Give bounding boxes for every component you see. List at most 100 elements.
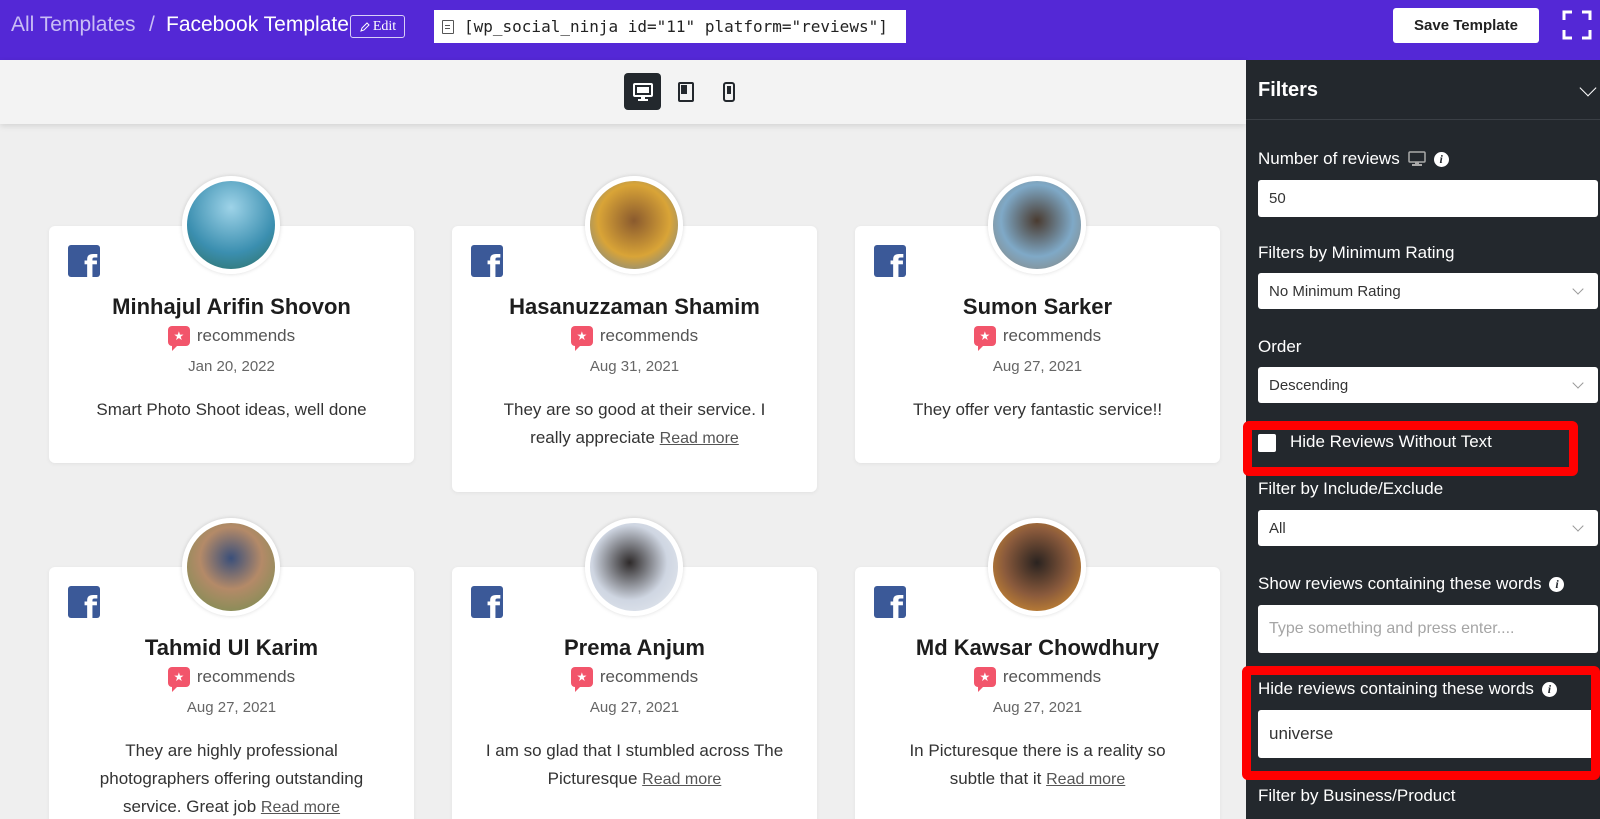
review-date: Jan 20, 2022 xyxy=(188,358,275,375)
desktop-icon xyxy=(1407,151,1426,166)
show-words-input[interactable]: Type something and press enter.... xyxy=(1258,605,1598,653)
reviewer-name: Md Kawsar Chowdhury xyxy=(915,635,1160,660)
tablet-icon xyxy=(677,81,694,102)
include-exclude-select[interactable]: All xyxy=(1258,510,1598,546)
recommends-row: ★ recommends xyxy=(855,326,1220,351)
review-text-body: In Picturesque there is a reality so sub… xyxy=(909,741,1166,788)
recommends-row: ★ recommends xyxy=(452,667,817,692)
recommends-text: recommends xyxy=(196,326,296,345)
review-text: Smart Photo Shoot ideas, well done xyxy=(79,396,384,424)
review-date: Aug 31, 2021 xyxy=(589,358,680,375)
chevron-down-icon xyxy=(1572,377,1584,389)
review-date: Aug 27, 2021 xyxy=(589,699,680,716)
edit-title-button[interactable]: Edit xyxy=(350,15,405,38)
order-select[interactable]: Descending xyxy=(1258,367,1598,403)
filters-title: Filters xyxy=(1258,79,1319,101)
recommends-row: ★ recommends xyxy=(452,326,817,351)
filters-header[interactable]: Filters xyxy=(1246,60,1600,120)
recommend-icon: ★ xyxy=(570,326,593,351)
chevron-down-icon xyxy=(1572,520,1584,532)
include-exclude-label: Filter by Include/Exclude xyxy=(1258,479,1444,498)
review-text: They offer very fantastic service!! xyxy=(885,396,1190,424)
facebook-icon: f xyxy=(874,586,906,618)
facebook-icon: f xyxy=(874,245,906,277)
info-icon[interactable]: i xyxy=(1433,151,1449,167)
reviewer-name: Tahmid Ul Karim xyxy=(144,635,319,660)
review-date: Aug 27, 2021 xyxy=(992,358,1083,375)
reviewer-avatar xyxy=(182,518,280,616)
recommends-text: recommends xyxy=(599,326,699,345)
min-rating-label: Filters by Minimum Rating xyxy=(1258,243,1455,262)
review-text: They are so good at their service. I rea… xyxy=(482,396,787,453)
review-date: Aug 27, 2021 xyxy=(186,699,277,716)
order-label: Order xyxy=(1258,337,1302,356)
recommends-text: recommends xyxy=(599,667,699,686)
recommends-text: recommends xyxy=(196,667,296,686)
recommend-icon: ★ xyxy=(570,667,593,692)
review-text: They are highly professional photographe… xyxy=(79,737,384,819)
chevron-down-icon xyxy=(1572,283,1584,295)
read-more-link[interactable]: Read more xyxy=(642,771,721,788)
breadcrumb-all-templates[interactable]: All Templates xyxy=(11,13,136,37)
recommends-text: recommends xyxy=(1002,326,1102,345)
info-icon[interactable]: i xyxy=(1549,576,1565,592)
device-preview-toolbar xyxy=(0,60,1246,124)
recommends-row: ★ recommends xyxy=(49,667,414,692)
review-date: Aug 27, 2021 xyxy=(992,699,1083,716)
top-header-bar: All Templates / Facebook Template Edit [… xyxy=(0,0,1600,60)
review-text: I am so glad that I stumbled across The … xyxy=(482,737,787,794)
mobile-icon xyxy=(722,81,735,102)
reviewer-name: Hasanuzzaman Shamim xyxy=(509,294,760,319)
desktop-view-button[interactable] xyxy=(624,73,661,110)
include-exclude-value: All xyxy=(1269,519,1286,537)
reviewer-avatar xyxy=(585,518,683,616)
recommends-row: ★ recommends xyxy=(855,667,1220,692)
document-icon xyxy=(442,19,454,34)
recommend-icon: ★ xyxy=(973,326,996,351)
recommend-icon: ★ xyxy=(167,326,190,351)
save-template-button[interactable]: Save Template xyxy=(1393,8,1539,43)
number-of-reviews-label: Number of reviews i xyxy=(1258,149,1449,169)
tablet-view-button[interactable] xyxy=(667,73,704,110)
edit-label: Edit xyxy=(372,18,397,34)
read-more-link[interactable]: Read more xyxy=(660,430,739,447)
fullscreen-icon[interactable] xyxy=(1562,10,1592,40)
review-text: In Picturesque there is a reality so sub… xyxy=(885,737,1190,794)
highlight-box xyxy=(1242,666,1600,780)
shortcode-box[interactable]: [wp_social_ninja id="11" platform="revie… xyxy=(434,10,906,43)
review-text-body: Smart Photo Shoot ideas, well done xyxy=(96,400,367,419)
number-of-reviews-value: 50 xyxy=(1269,190,1286,207)
read-more-link[interactable]: Read more xyxy=(1046,771,1125,788)
show-words-placeholder: Type something and press enter.... xyxy=(1269,620,1515,637)
show-words-label: Show reviews containing these words i xyxy=(1258,574,1565,594)
reviewer-name: Sumon Sarker xyxy=(962,294,1113,319)
business-product-label: Filter by Business/Product xyxy=(1258,786,1456,805)
reviewer-avatar xyxy=(585,176,683,274)
number-of-reviews-input[interactable]: 50 xyxy=(1258,180,1598,217)
reviewer-name: Prema Anjum xyxy=(563,635,705,660)
page-title: Facebook Template xyxy=(166,13,349,36)
read-more-link[interactable]: Read more xyxy=(261,799,340,816)
order-value: Descending xyxy=(1269,376,1349,394)
review-text-body: They offer very fantastic service!! xyxy=(912,400,1163,419)
reviewer-avatar xyxy=(182,176,280,274)
reviewer-avatar xyxy=(988,518,1086,616)
mobile-view-button[interactable] xyxy=(710,73,747,110)
shortcode-text: [wp_social_ninja id="11" platform="revie… xyxy=(464,17,888,36)
reviewer-avatar xyxy=(988,176,1086,274)
facebook-icon: f xyxy=(68,245,100,277)
pencil-icon xyxy=(360,21,370,32)
number-of-reviews-text: Number of reviews xyxy=(1258,149,1400,168)
recommends-text: recommends xyxy=(1002,667,1102,686)
chevron-down-icon xyxy=(1579,79,1597,97)
facebook-icon: f xyxy=(68,586,100,618)
min-rating-value: No Minimum Rating xyxy=(1269,282,1401,300)
recommend-icon: ★ xyxy=(973,667,996,692)
facebook-icon: f xyxy=(471,586,503,618)
breadcrumb-separator: / xyxy=(149,13,155,36)
review-text-body: I am so glad that I stumbled across The … xyxy=(485,741,784,788)
min-rating-select[interactable]: No Minimum Rating xyxy=(1258,273,1598,309)
highlight-box xyxy=(1243,421,1578,476)
show-words-text: Show reviews containing these words xyxy=(1258,574,1542,593)
reviewer-name: Minhajul Arifin Shovon xyxy=(112,294,351,319)
